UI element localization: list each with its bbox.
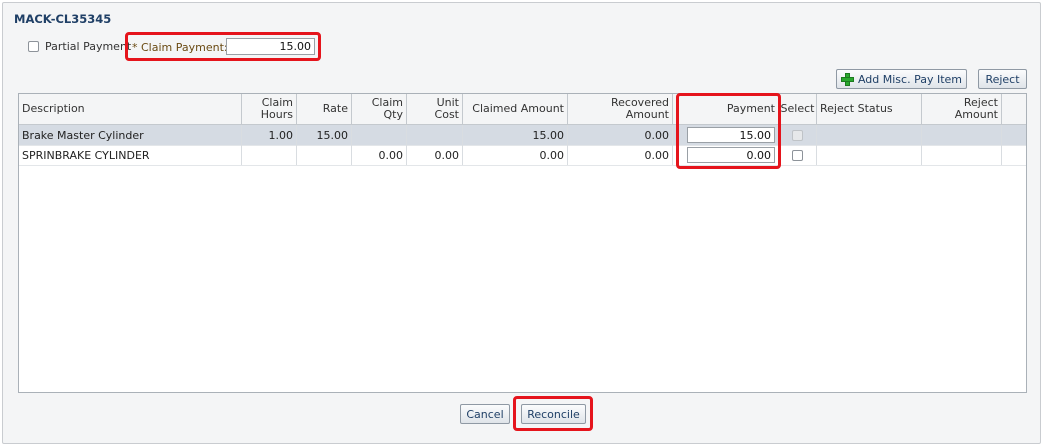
- column-header-claim-qty[interactable]: Claim Qty: [352, 94, 407, 124]
- column-header-unit-cost[interactable]: Unit Cost: [407, 94, 463, 124]
- cell-select: [779, 125, 817, 145]
- cell-description: SPRINBRAKE CYLINDER: [19, 145, 242, 165]
- cell-reject-amount: [922, 125, 1002, 145]
- select-checkbox[interactable]: [792, 149, 803, 161]
- column-header-description[interactable]: Description: [19, 94, 242, 124]
- add-misc-pay-item-button[interactable]: Add Misc. Pay Item: [836, 69, 967, 89]
- cell-claim-hours: [242, 145, 297, 165]
- claim-payment-label: * Claim Payment:: [132, 41, 228, 54]
- cell-filler: [1002, 145, 1026, 165]
- cell-reject-status: [817, 145, 922, 165]
- partial-payment-label: Partial Payment: [45, 40, 132, 53]
- reconcile-highlight: [513, 396, 593, 431]
- payment-column-highlight: [676, 93, 781, 169]
- select-checkbox[interactable]: [792, 129, 803, 141]
- dialog-title: MACK-CL35345: [14, 12, 112, 26]
- column-header-select[interactable]: Select: [779, 94, 817, 124]
- column-header-reject-status[interactable]: Reject Status: [817, 94, 922, 124]
- claim-payment-input[interactable]: [226, 38, 315, 55]
- cell-unit-cost: [407, 125, 463, 145]
- cell-rate: 15.00: [297, 125, 352, 145]
- cell-filler: [1002, 125, 1026, 145]
- cell-claimed-amount: 0.00: [463, 145, 568, 165]
- cell-reject-amount: [922, 145, 1002, 165]
- cell-description: Brake Master Cylinder: [19, 125, 242, 145]
- column-header-reject-amount[interactable]: Reject Amount: [922, 94, 1002, 124]
- add-misc-pay-item-label: Add Misc. Pay Item: [857, 72, 963, 86]
- cell-recovered-amount: 0.00: [568, 125, 673, 145]
- cell-rate: [297, 145, 352, 165]
- column-header-filler: [1002, 94, 1026, 124]
- table-header: Description Claim Hours Rate Claim Qty U…: [19, 94, 1026, 125]
- cell-claim-qty: [352, 125, 407, 145]
- claim-hours-header-line2: Hours: [260, 108, 293, 121]
- cell-recovered-amount: 0.00: [568, 145, 673, 165]
- column-header-claim-hours[interactable]: Claim Hours: [242, 94, 297, 124]
- cell-claimed-amount: 15.00: [463, 125, 568, 145]
- cancel-button[interactable]: Cancel: [460, 404, 510, 424]
- plus-icon: [840, 72, 854, 86]
- cell-claim-qty: 0.00: [352, 145, 407, 165]
- partial-payment-checkbox[interactable]: [28, 41, 39, 52]
- cell-reject-status: [817, 125, 922, 145]
- table-row[interactable]: SPRINBRAKE CYLINDER 0.00 0.00 0.00 0.00: [19, 145, 1026, 166]
- cell-claim-hours: 1.00: [242, 125, 297, 145]
- cell-unit-cost: 0.00: [407, 145, 463, 165]
- column-header-recovered-amount[interactable]: Recovered Amount: [568, 94, 673, 124]
- cell-select: [779, 145, 817, 165]
- partial-payment-option[interactable]: Partial Payment: [28, 40, 131, 53]
- column-header-rate[interactable]: Rate: [297, 94, 352, 124]
- column-header-claimed-amount[interactable]: Claimed Amount: [463, 94, 568, 124]
- reject-button[interactable]: Reject: [978, 69, 1027, 89]
- pay-items-table: Description Claim Hours Rate Claim Qty U…: [18, 93, 1027, 393]
- table-row[interactable]: Brake Master Cylinder 1.00 15.00 15.00 0…: [19, 125, 1026, 146]
